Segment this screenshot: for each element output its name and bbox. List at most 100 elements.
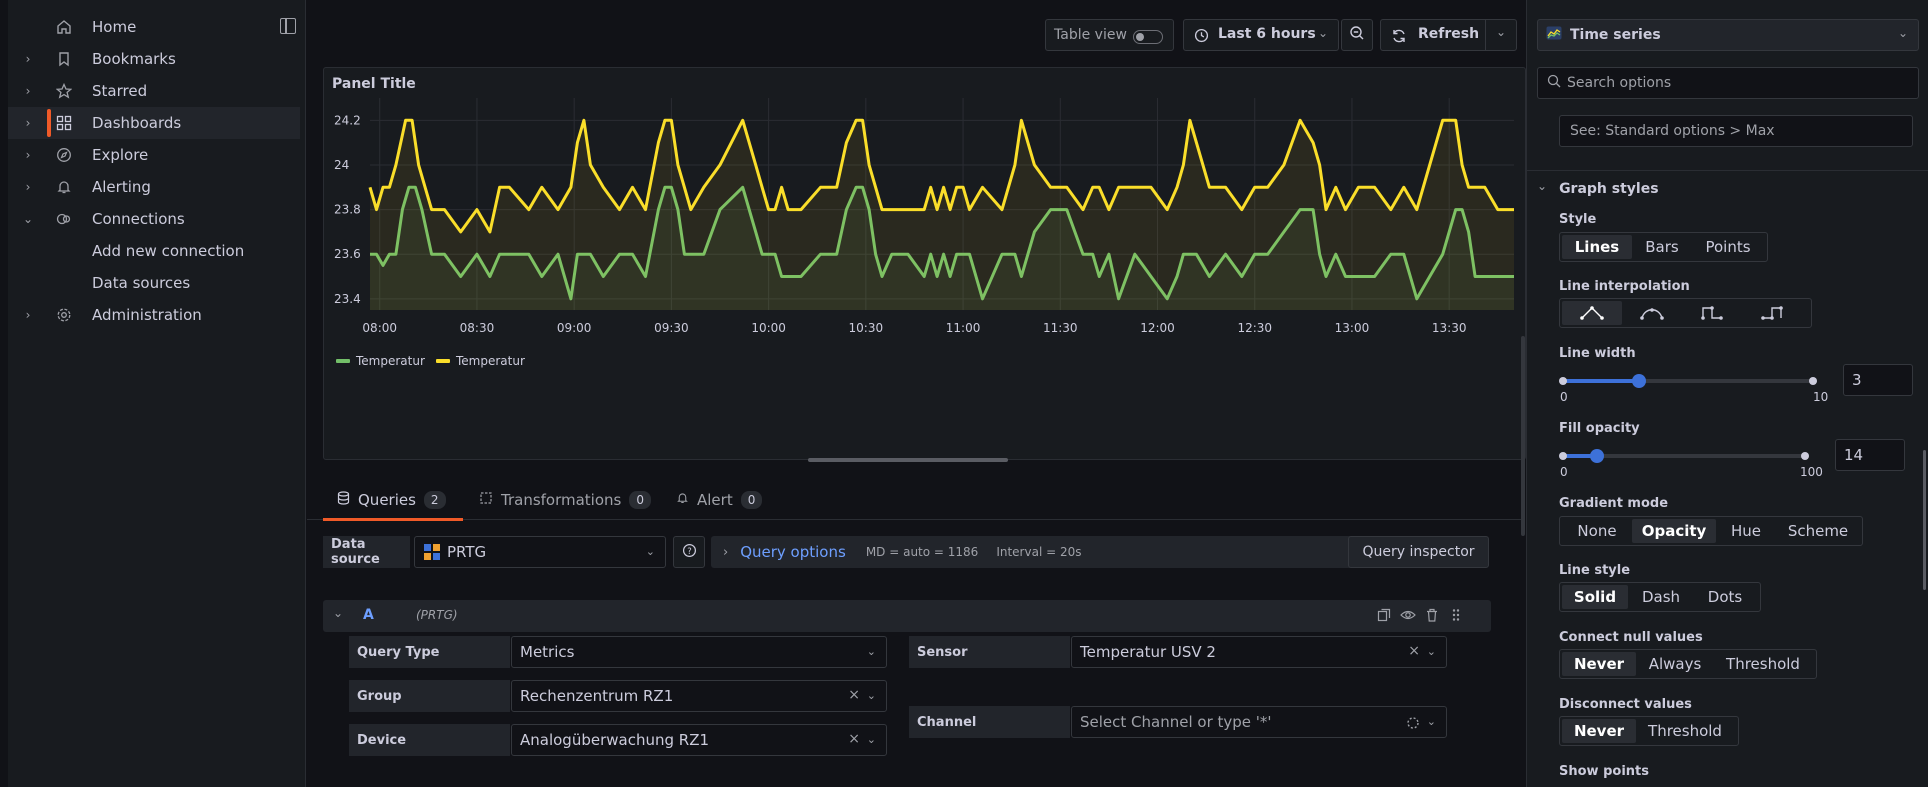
query-type-select[interactable]: Metrics ⌄ [511,636,887,668]
style-option-points[interactable]: Points [1692,235,1764,259]
toggle-switch[interactable] [1133,30,1163,44]
visualization-picker[interactable]: Time series ⌄ [1537,19,1919,51]
legend-swatch [436,359,450,363]
style-option-bars[interactable]: Bars [1632,235,1692,259]
x-tick-label: 11:00 [946,321,981,335]
line-width-handle[interactable] [1632,374,1647,388]
fill-opacity-handle[interactable] [1590,449,1605,463]
panel-resize-handle[interactable] [808,458,1008,462]
line-style-option-solid[interactable]: Solid [1562,585,1628,609]
disconnect-option-threshold[interactable]: Threshold [1636,719,1734,743]
query-ref-id[interactable]: A [363,607,374,623]
nav-connections[interactable]: ⌄ Connections [8,203,300,235]
duplicate-icon[interactable] [1377,608,1391,626]
x-tick-label: 08:30 [460,321,495,335]
line-style-option-dots[interactable]: Dots [1694,585,1756,609]
gradient-option-hue[interactable]: Hue [1716,519,1776,543]
refresh-button[interactable]: Refresh [1380,19,1486,51]
max-input[interactable]: See: Standard options > Max [1559,115,1913,147]
nav-explore[interactable]: › Explore [8,139,300,171]
disconnect-option-never[interactable]: Never [1562,719,1636,743]
options-scrollbar[interactable] [1923,450,1926,590]
style-option-lines[interactable]: Lines [1562,235,1632,259]
zoom-out-button[interactable] [1341,19,1373,51]
search-icon [1547,74,1561,92]
close-icon[interactable]: × [848,731,860,747]
close-icon[interactable]: × [1408,643,1420,659]
group-select[interactable]: Rechenzentrum RZ1 × ⌄ [511,680,887,712]
chevron-right-icon[interactable]: › [22,308,34,322]
interp-linear-icon[interactable] [1562,301,1622,325]
channel-select[interactable]: Select Channel or type '*' ⌄ [1071,706,1447,738]
chevron-down-icon[interactable]: ⌄ [333,606,343,620]
nav-bookmarks[interactable]: › Bookmarks [8,43,300,75]
table-view-toggle[interactable]: Table view [1045,19,1174,51]
chevron-right-icon[interactable]: › [22,148,34,162]
fill-opacity-input[interactable]: 14 [1835,439,1905,471]
nav-data-sources[interactable]: Data sources [8,267,300,299]
query-inspector-button[interactable]: Query inspector [1348,536,1489,568]
fill-opacity-slider[interactable] [1559,448,1813,468]
query-row-header[interactable]: ⌄ A (PRTG) [323,600,1491,632]
line-style-option-dash[interactable]: Dash [1628,585,1694,609]
nav-administration[interactable]: › Administration [8,299,300,331]
interp-smooth-icon[interactable] [1622,301,1682,325]
nav-home-label: Home [92,18,137,36]
x-tick-label: 08:00 [362,321,397,335]
query-options-bar[interactable]: › Query options MD = auto = 1186 Interva… [711,536,1361,568]
main-scrollbar[interactable] [1521,336,1525,536]
datasource-help-button[interactable]: ? [673,536,705,568]
prtg-logo-icon [423,543,441,561]
line-width-input[interactable]: 3 [1843,364,1913,396]
connect-null-group: Never Always Threshold [1559,649,1817,679]
legend-label: Temperatur [455,354,525,368]
chevron-right-icon[interactable]: › [22,84,34,98]
datasource-picker[interactable]: PRTG ⌄ [414,536,666,568]
trash-icon[interactable] [1425,608,1439,626]
tab-transformations[interactable]: Transformations 0 [479,480,651,520]
fill-opacity-label: Fill opacity [1559,421,1640,436]
tab-transformations-count: 0 [629,491,651,509]
panel-editor-main: Table view Last 6 hours ⌄ Refresh ⌄ Pane… [307,0,1526,787]
gradient-mode-group: None Opacity Hue Scheme [1559,516,1863,546]
time-series-chart[interactable]: 24.2 24 23.8 23.6 23.4 08:00 08:30 09:00 09:30 10… [324,88,1525,458]
question-circle-icon: ? [682,543,697,562]
sensor-value: Temperatur USV 2 [1080,643,1216,661]
sensor-select[interactable]: Temperatur USV 2 × ⌄ [1071,636,1447,668]
refresh-interval-dropdown[interactable]: ⌄ [1485,19,1517,51]
nav-home[interactable]: Home [8,11,300,43]
chevron-right-icon[interactable]: › [22,180,34,194]
transform-icon [479,491,493,509]
nav-starred-label: Starred [92,82,148,100]
search-options-field[interactable]: Search options [1537,67,1919,99]
chevron-down-icon[interactable]: ⌄ [22,212,34,226]
drag-handle-icon[interactable] [1451,608,1461,626]
connect-null-option-always[interactable]: Always [1636,652,1714,676]
eye-icon[interactable] [1400,608,1416,626]
tab-queries[interactable]: Queries 2 [323,480,463,521]
interp-step-after-icon[interactable] [1742,301,1802,325]
close-icon[interactable]: × [848,687,860,703]
tab-alert[interactable]: Alert 0 [676,480,776,520]
graph-styles-header[interactable]: ⌄ Graph styles [1537,178,1659,200]
fill-opacity-min: 0 [1560,465,1568,479]
device-select[interactable]: Analogüberwachung RZ1 × ⌄ [511,724,887,756]
gradient-option-scheme[interactable]: Scheme [1776,519,1860,543]
nav-alerting[interactable]: › Alerting [8,171,300,203]
gradient-option-none[interactable]: None [1562,519,1632,543]
chevron-right-icon[interactable]: › [22,52,34,66]
nav-dashboards[interactable]: › Dashboards [8,107,300,139]
x-tick-label: 09:30 [654,321,689,335]
time-picker-button[interactable]: Last 6 hours ⌄ [1183,19,1339,51]
line-width-slider[interactable] [1559,373,1821,393]
line-style-group: Solid Dash Dots [1559,582,1761,612]
nav-add-new-connection[interactable]: Add new connection [8,235,300,267]
chevron-right-icon[interactable]: › [22,116,34,130]
connect-null-option-threshold[interactable]: Threshold [1714,652,1812,676]
connect-null-option-never[interactable]: Never [1562,652,1636,676]
options-pane: Time series ⌄ Search options See: Standa… [1526,0,1928,787]
gradient-option-opacity[interactable]: Opacity [1632,519,1716,543]
interp-step-before-icon[interactable] [1682,301,1742,325]
chevron-down-icon: ⌄ [1537,179,1548,193]
nav-starred[interactable]: › Starred [8,75,300,107]
